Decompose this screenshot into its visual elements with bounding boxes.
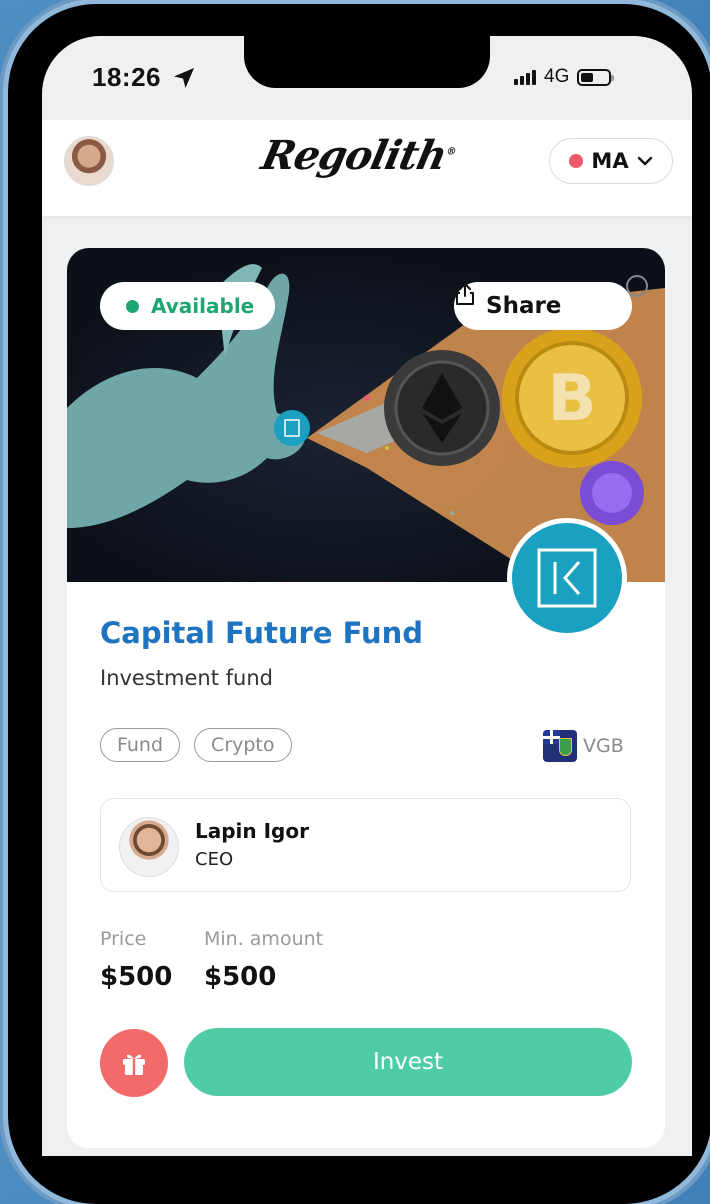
availability-dot [126,299,139,313]
gift-button[interactable] [100,1029,168,1097]
brand-logo: Regolith® [257,132,457,179]
fund-title: Capital Future Fund [100,616,424,650]
share-icon [456,283,474,305]
signal-icon [514,69,536,85]
tag: Fund [100,728,181,762]
user-avatar[interactable] [64,136,114,186]
gift-icon [123,1054,145,1075]
tag-list: Fund Crypto [100,728,292,762]
network-type: 4G [544,66,570,87]
contact-card[interactable]: Lapin Igor CEO [100,798,631,892]
notch [244,30,490,88]
fund-card[interactable]: B Available Share Capital Future Fund In… [67,248,665,1148]
contact-avatar [119,817,179,877]
vgb-flag-icon [543,730,577,762]
country-code: VGB [583,735,624,757]
price-label: Price [100,928,147,950]
invest-button[interactable]: Invest [184,1028,632,1096]
location-arrow-icon [174,68,194,88]
share-button[interactable]: Share [454,282,632,330]
country-indicator: VGB [543,730,624,762]
tag: Crypto [194,728,292,762]
status-indicators: 4G [514,66,615,88]
min-amount-label: Min. amount [204,928,324,950]
status-time: 18:26 [92,62,161,92]
svg-text:B: B [548,362,597,436]
fund-logo-icon [507,518,627,638]
fund-subtitle: Investment fund [100,666,273,690]
region-selector[interactable]: MA [549,138,673,184]
contact-role: CEO [195,849,234,870]
share-label: Share [486,293,562,319]
availability-badge: Available [100,282,275,330]
availability-text: Available [151,294,255,318]
chevron-down-icon [637,156,652,166]
region-label: MA [591,149,629,173]
battery-icon [577,68,615,86]
min-amount-value: $500 [204,962,277,992]
price-value: $500 [100,962,173,992]
contact-name: Lapin Igor [195,819,309,843]
region-status-dot [569,154,584,168]
